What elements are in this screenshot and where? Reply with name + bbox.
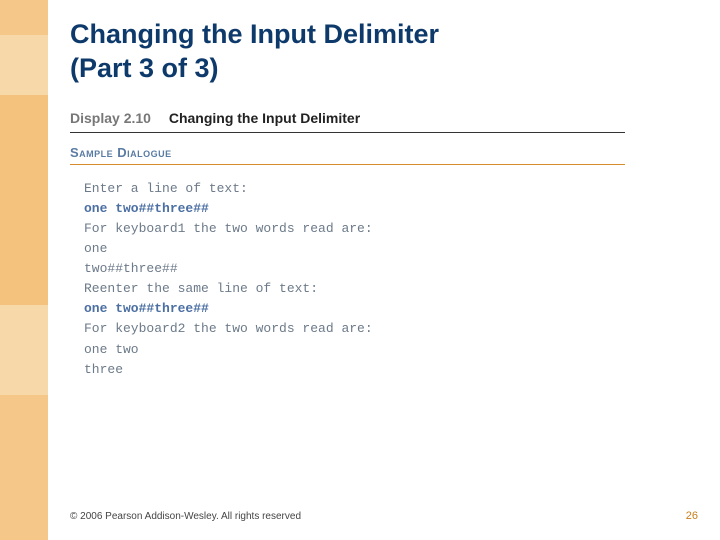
stripe-segment: [0, 0, 48, 35]
decorative-left-stripe: [0, 0, 48, 540]
sample-dialogue: Enter a line of text: one two##three## F…: [70, 179, 625, 380]
title-line-2: (Part 3 of 3): [70, 53, 219, 83]
dialogue-line: one: [84, 239, 625, 259]
display-header: Display 2.10 Changing the Input Delimite…: [70, 110, 625, 133]
display-box: Display 2.10 Changing the Input Delimite…: [70, 110, 625, 380]
display-number: Display 2.10: [70, 110, 151, 126]
dialogue-line: Enter a line of text:: [84, 179, 625, 199]
copyright-text: © 2006 Pearson Addison-Wesley. All right…: [70, 511, 301, 522]
dialogue-user-line: one two##three##: [84, 299, 625, 319]
stripe-segment: [0, 95, 48, 305]
dialogue-line: For keyboard1 the two words read are:: [84, 219, 625, 239]
sample-dialogue-label: Sample Dialogue: [70, 145, 625, 165]
slide-title: Changing the Input Delimiter (Part 3 of …: [70, 18, 690, 86]
slide-content: Changing the Input Delimiter (Part 3 of …: [70, 18, 690, 380]
dialogue-user-line: one two##three##: [84, 199, 625, 219]
stripe-segment: [0, 305, 48, 395]
dialogue-line: For keyboard2 the two words read are:: [84, 319, 625, 339]
stripe-segment: [0, 395, 48, 540]
dialogue-line: one two: [84, 340, 625, 360]
dialogue-line: three: [84, 360, 625, 380]
dialogue-line: two##three##: [84, 259, 625, 279]
page-number: 26: [686, 510, 698, 522]
stripe-segment: [0, 35, 48, 95]
dialogue-line: Reenter the same line of text:: [84, 279, 625, 299]
title-line-1: Changing the Input Delimiter: [70, 19, 439, 49]
display-caption: Changing the Input Delimiter: [169, 110, 360, 126]
